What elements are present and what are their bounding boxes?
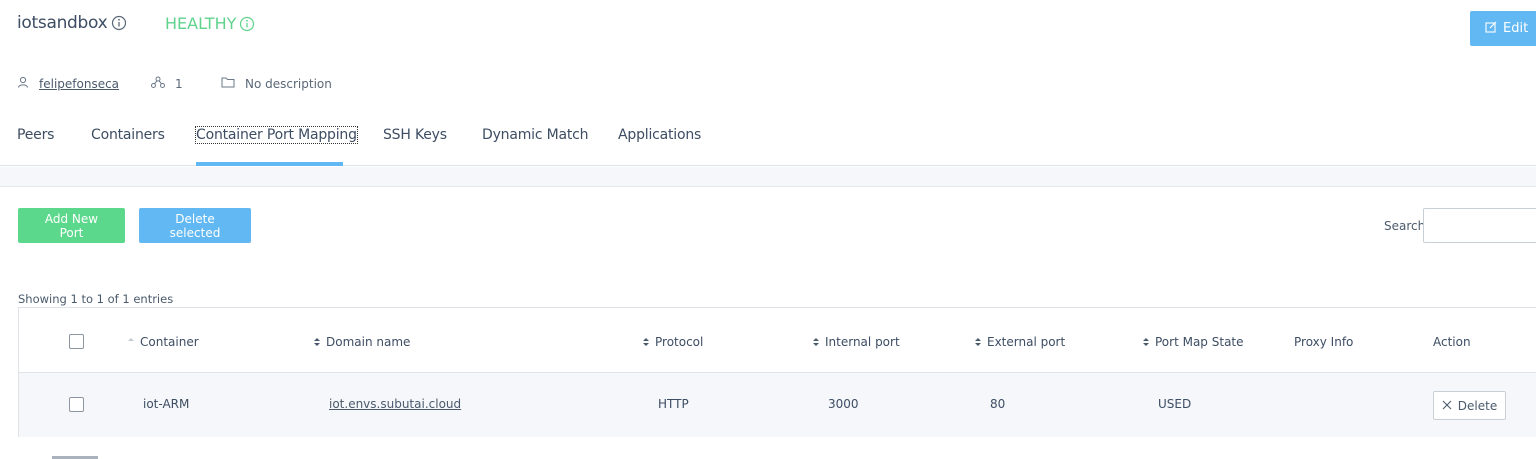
column-header-label: Port Map State [1155, 335, 1244, 349]
cell-external-port: 80 [990, 397, 1006, 411]
table-row: iot-ARM iot.envs.subutai.cloud HTTP 3000… [19, 373, 1536, 437]
folder-icon [221, 76, 235, 91]
column-header-action: Action [1433, 335, 1471, 349]
section-divider [0, 167, 1536, 187]
column-header-label: Internal port [825, 335, 900, 349]
edit-button[interactable]: Edit [1470, 11, 1536, 46]
health-status: HEALTHY [165, 14, 255, 33]
column-header-label: Domain name [326, 335, 411, 349]
column-header-protocol[interactable]: Protocol [642, 335, 703, 349]
active-tab-indicator [196, 162, 343, 166]
cell-port-map-state: USED [1158, 397, 1192, 411]
tab-applications[interactable]: Applications [618, 127, 701, 143]
port-mapping-table: Container Domain name Protocol Internal … [18, 307, 1536, 437]
add-new-port-button[interactable]: Add New Port [18, 208, 125, 243]
peer-count-value: 1 [175, 76, 183, 91]
owner-info: felipefonseca [17, 76, 119, 91]
column-header-label: External port [987, 335, 1066, 349]
table-info: Showing 1 to 1 of 1 entries [18, 292, 174, 306]
cell-internal-port: 3000 [828, 397, 859, 411]
cell-container: iot-ARM [143, 397, 190, 411]
row-delete-button[interactable]: Delete [1433, 391, 1506, 420]
environment-title: iotsandbox [17, 13, 127, 33]
search-input[interactable] [1423, 208, 1536, 243]
sort-icon [127, 337, 135, 347]
tab-container-port-mapping[interactable]: Container Port Mapping [195, 126, 358, 144]
user-icon [17, 76, 29, 91]
row-checkbox[interactable] [69, 397, 84, 412]
column-header-internal-port[interactable]: Internal port [812, 335, 900, 349]
table-header: Container Domain name Protocol Internal … [19, 308, 1536, 373]
sort-icon [642, 337, 650, 347]
column-header-label: Protocol [655, 335, 704, 349]
column-header-container[interactable]: Container [127, 335, 199, 349]
tab-ssh-keys[interactable]: SSH Keys [383, 127, 447, 143]
environment-name: iotsandbox [17, 13, 108, 33]
column-header-proxy-info: Proxy Info [1294, 335, 1354, 349]
column-header-label: Container [140, 335, 199, 349]
sort-icon [812, 337, 820, 347]
description-text: No description [245, 76, 332, 91]
owner-link[interactable]: felipefonseca [39, 77, 119, 91]
info-icon[interactable] [239, 16, 255, 32]
edit-icon [1485, 21, 1497, 37]
tab-dynamic-match[interactable]: Dynamic Match [482, 127, 589, 143]
sort-icon [313, 337, 321, 347]
close-icon [1442, 399, 1452, 413]
select-all-checkbox[interactable] [69, 334, 84, 349]
row-delete-label: Delete [1457, 398, 1498, 413]
column-header-domain[interactable]: Domain name [313, 335, 410, 349]
tab-bar: Peers Containers Container Port Mapping … [0, 124, 1536, 166]
peers-icon [151, 76, 165, 91]
peer-count: 1 [151, 76, 183, 91]
delete-selected-button[interactable]: Delete selected [139, 208, 251, 243]
info-icon[interactable] [111, 15, 127, 31]
sort-icon [974, 337, 982, 347]
status-badge: HEALTHY [165, 14, 237, 33]
sort-icon [1142, 337, 1150, 347]
tab-containers[interactable]: Containers [91, 127, 165, 143]
tab-peers[interactable]: Peers [17, 127, 54, 143]
cell-protocol: HTTP [658, 397, 689, 411]
description-info: No description [221, 76, 332, 91]
column-header-external-port[interactable]: External port [974, 335, 1065, 349]
cell-domain-link[interactable]: iot.envs.subutai.cloud [329, 397, 461, 411]
column-header-port-map-state[interactable]: Port Map State [1142, 335, 1244, 349]
edit-label: Edit [1503, 21, 1529, 36]
